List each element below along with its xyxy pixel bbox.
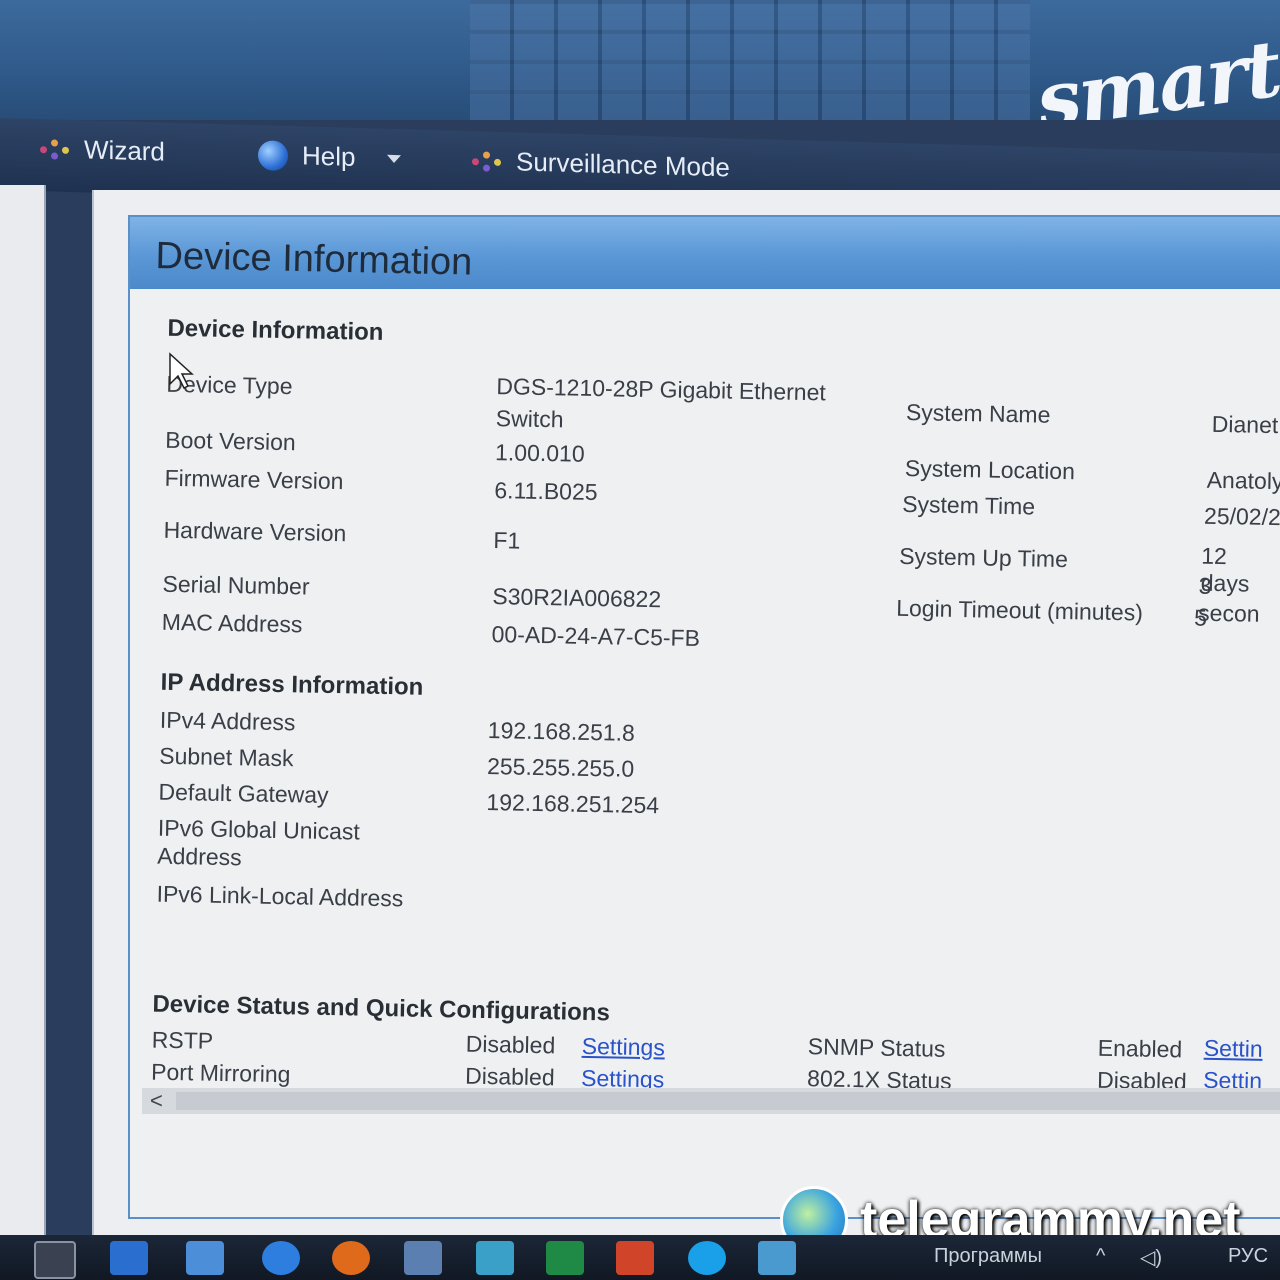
- label-ipv6-global-unicast-line2: Address: [157, 842, 242, 871]
- wizard-sparkle-icon: [40, 137, 70, 162]
- value-device-type-line2: Switch: [495, 405, 564, 433]
- value-default-gateway: 192.168.251.254: [486, 788, 660, 819]
- label-subnet-mask: Subnet Mask: [159, 742, 294, 772]
- page-title: Device Information: [155, 235, 473, 284]
- tray-chevron-up-icon[interactable]: ^: [1096, 1245, 1105, 1268]
- value-system-name: Dianet: [1211, 410, 1279, 439]
- rstp-settings-link[interactable]: Settings: [581, 1033, 666, 1062]
- panel-header: Device Information: [130, 217, 1280, 289]
- section-ip-info: IP Address Information: [160, 668, 424, 701]
- label-mac-address: MAC Address: [161, 608, 303, 638]
- label-system-time: System Time: [901, 490, 1036, 520]
- language-indicator[interactable]: РУС: [1228, 1245, 1268, 1268]
- label-ipv6-link-local: IPv6 Link-Local Address: [156, 880, 404, 912]
- section-device-info: Device Information: [167, 314, 384, 346]
- section-device-status: Device Status and Quick Configurations: [152, 990, 611, 1027]
- network-icon[interactable]: [186, 1241, 224, 1275]
- value-mac-address: 00-AD-24-A7-C5-FB: [491, 621, 701, 652]
- menu-surveillance-mode[interactable]: Surveillance Mode: [472, 145, 730, 183]
- app-icon-2[interactable]: [758, 1241, 796, 1275]
- 1c-app-icon[interactable]: [332, 1241, 370, 1275]
- value-snmp-status: Enabled: [1097, 1034, 1183, 1063]
- taskbar: Программы ^ ◁) РУС: [0, 1235, 1280, 1280]
- mouse-cursor-icon: [169, 352, 194, 390]
- scrollbar-thumb[interactable]: [176, 1092, 1280, 1110]
- remote-desktop-icon[interactable]: [404, 1241, 442, 1275]
- menu-help[interactable]: Help: [258, 139, 402, 174]
- menu-wizard[interactable]: Wizard: [40, 133, 165, 167]
- label-ipv6-global-unicast: IPv6 Global Unicast: [157, 814, 361, 845]
- value-serial-number: S30R2IA006822: [492, 583, 662, 613]
- brand-logo: smart: [1030, 23, 1280, 120]
- skype-icon[interactable]: [688, 1241, 726, 1275]
- surveillance-sparkle-icon: [472, 149, 502, 174]
- label-port-mirroring: Port Mirroring: [150, 1058, 291, 1088]
- left-tree-pane[interactable]: [0, 185, 46, 1235]
- scroll-left-icon[interactable]: <: [150, 1088, 163, 1114]
- chevron-down-icon[interactable]: [387, 154, 402, 163]
- banner-switch-graphic: [470, 0, 1030, 120]
- value-firmware-version: 6.11.B025: [494, 477, 598, 506]
- globe-help-icon: [258, 139, 288, 171]
- value-system-location: Anatoly: [1206, 466, 1280, 495]
- browser-icon[interactable]: [262, 1241, 300, 1275]
- label-ipv4-address: IPv4 Address: [159, 706, 296, 736]
- calculator-icon[interactable]: [110, 1241, 148, 1275]
- menu-wizard-label: Wizard: [84, 134, 165, 167]
- label-default-gateway: Default Gateway: [158, 778, 329, 808]
- value-ipv4-address: 192.168.251.8: [487, 716, 636, 746]
- value-login-timeout: 5: [1193, 604, 1208, 631]
- value-rstp: Disabled: [465, 1030, 556, 1059]
- value-boot-version: 1.00.010: [494, 439, 585, 467]
- presentation-icon[interactable]: [616, 1241, 654, 1275]
- app-icon[interactable]: [476, 1241, 514, 1275]
- programs-label[interactable]: Программы: [934, 1245, 1042, 1268]
- value-system-time: 25/02/2: [1203, 502, 1280, 531]
- label-hardware-version: Hardware Version: [163, 516, 347, 547]
- value-system-up-time-line2: 3 secon: [1197, 572, 1260, 627]
- label-system-up-time: System Up Time: [898, 542, 1069, 573]
- label-system-name: System Name: [905, 398, 1051, 428]
- label-serial-number: Serial Number: [162, 570, 310, 600]
- header-banner: smart: [0, 0, 1280, 120]
- horizontal-scrollbar[interactable]: <: [142, 1088, 1280, 1114]
- volume-icon[interactable]: ◁): [1140, 1245, 1162, 1270]
- value-hardware-version: F1: [493, 527, 521, 554]
- label-rstp: RSTP: [151, 1026, 214, 1054]
- label-login-timeout: Login Timeout (minutes): [895, 594, 1144, 626]
- label-boot-version: Boot Version: [165, 426, 296, 456]
- excel-icon[interactable]: [546, 1241, 584, 1275]
- label-firmware-version: Firmware Version: [164, 464, 344, 495]
- value-subnet-mask: 255.255.255.0: [486, 752, 635, 782]
- menu-help-label: Help: [302, 140, 356, 172]
- panel-content: Device Information Device Type DGS-1210-…: [113, 300, 1280, 1122]
- value-device-type: DGS-1210-28P Gigabit Ethernet: [496, 373, 827, 406]
- terminal-icon[interactable]: [34, 1241, 76, 1279]
- label-system-location: System Location: [904, 454, 1076, 485]
- label-snmp-status: SNMP Status: [807, 1033, 946, 1062]
- snmp-settings-link[interactable]: Settin: [1204, 1035, 1263, 1063]
- menu-surveillance-label: Surveillance Mode: [516, 146, 730, 183]
